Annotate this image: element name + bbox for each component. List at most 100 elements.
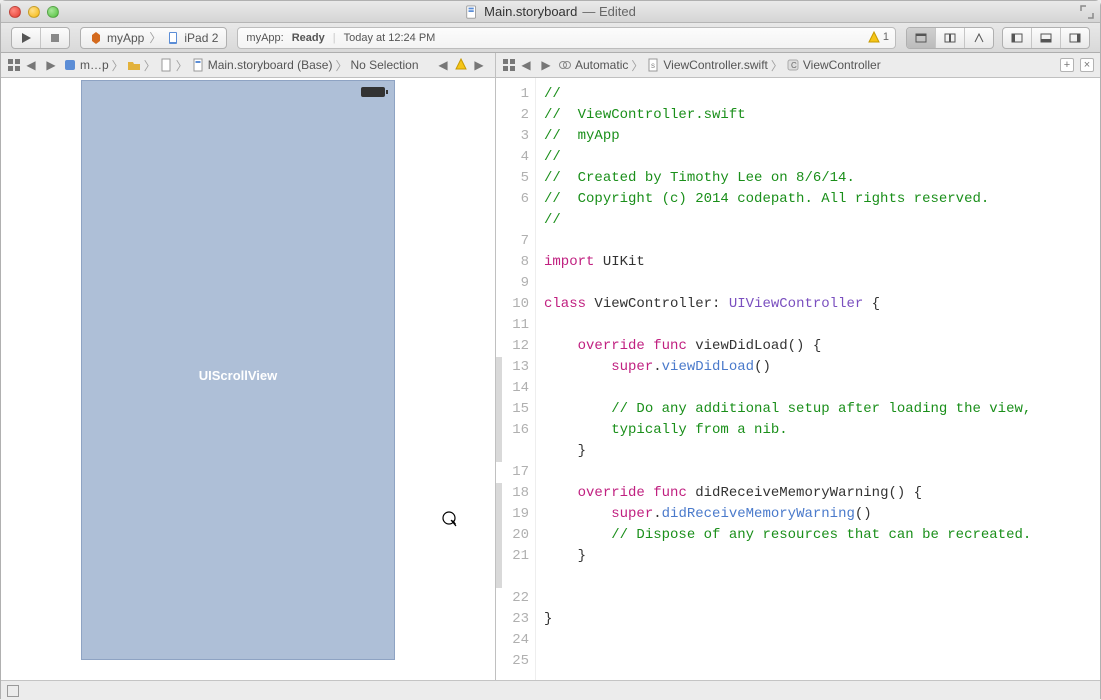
app-target-icon	[89, 31, 103, 45]
source-code[interactable]: // // ViewController.swift // myApp // /…	[536, 78, 1100, 680]
toolbar: myApp 〉 iPad 2 myApp: Ready | Today at 1…	[1, 23, 1100, 53]
assistant-file[interactable]: s ViewController.swift	[646, 58, 767, 72]
crumb-sep-1: 〉	[111, 57, 125, 74]
toolbar-right-group	[906, 27, 1090, 49]
line-number: 2	[496, 105, 529, 126]
assistant-class[interactable]: C ViewController	[786, 58, 881, 72]
line-number: 17	[496, 462, 529, 483]
crumb-folder[interactable]	[127, 58, 141, 72]
window-title: Main.storyboard — Edited	[1, 4, 1100, 19]
line-number: 9	[496, 273, 529, 294]
line-number: 8	[496, 252, 529, 273]
warnings-badge[interactable]: 1	[868, 31, 889, 43]
assistant-mode[interactable]: Automatic	[558, 58, 628, 72]
toggle-navigator-button[interactable]	[1003, 28, 1032, 48]
storyboard-file-icon	[465, 5, 479, 19]
crumb-sep-2: 〉	[143, 57, 157, 74]
standard-editor-button[interactable]	[907, 28, 936, 48]
swift-file-icon: s	[646, 58, 660, 72]
assistant-back-button[interactable]: ◀	[518, 58, 534, 72]
fold-bar-1	[496, 357, 502, 462]
toggle-utilities-button[interactable]	[1061, 28, 1089, 48]
prev-issue-button[interactable]: ◀	[435, 58, 451, 72]
assistant-related-icon[interactable]	[502, 58, 516, 72]
line-number: 23	[496, 609, 529, 630]
svg-text:C: C	[791, 61, 797, 70]
assistant-forward-button[interactable]: ▶	[538, 58, 554, 72]
version-editor-button[interactable]	[965, 28, 993, 48]
assistant-editor-button[interactable]	[936, 28, 965, 48]
editor-mode-group	[906, 27, 994, 49]
line-number: 3	[496, 126, 529, 147]
line-number: 7	[496, 231, 529, 252]
history-nav: ◀ ▶	[23, 58, 59, 72]
warning-icon	[868, 31, 880, 43]
svg-text:s: s	[651, 61, 655, 70]
line-number: 10	[496, 294, 529, 315]
assistant-file-label: ViewController.swift	[663, 58, 767, 72]
scheme-selector[interactable]: myApp 〉 iPad 2	[80, 27, 227, 49]
title-suffix: — Edited	[582, 4, 635, 19]
line-number: 12	[496, 336, 529, 357]
device-icon	[166, 31, 180, 45]
fullscreen-icon[interactable]	[1080, 5, 1094, 19]
assistant-pane-controls: + ×	[1060, 58, 1094, 72]
related-items-icon[interactable]	[7, 58, 21, 72]
line-number: 5	[496, 168, 529, 189]
line-number: 24	[496, 630, 529, 651]
titlebar: Main.storyboard — Edited	[1, 1, 1100, 23]
crumb-sep-3: 〉	[175, 57, 189, 74]
activity-time: Today at 12:24 PM	[344, 32, 436, 44]
left-jumpbar: ◀ ▶ m…p 〉 〉 〉 Main.storyboard (Base) 〉 N…	[1, 53, 496, 77]
window-controls	[9, 6, 59, 18]
minimize-button[interactable]	[28, 6, 40, 18]
crumb-file-icon-only[interactable]	[159, 58, 173, 72]
scheme-separator: 〉	[148, 29, 162, 46]
assistant-sep-2: 〉	[770, 57, 784, 74]
back-button[interactable]: ◀	[23, 58, 39, 72]
line-number: 11	[496, 315, 529, 336]
ios-statusbar	[83, 82, 393, 102]
activity-app: myApp:	[246, 32, 283, 44]
crumb-storyboard[interactable]: Main.storyboard (Base)	[191, 58, 333, 72]
zoom-button[interactable]	[47, 6, 59, 18]
file-icon	[159, 58, 173, 72]
right-jumpbar: ◀ ▶ Automatic 〉 s ViewController.swift 〉…	[496, 53, 1100, 77]
bottom-bar	[1, 680, 1100, 700]
close-assistant-button[interactable]: ×	[1080, 58, 1094, 72]
editor-area: UIScrollView 1 2 3 4 5 6 7 8 9 10 11 12 …	[1, 78, 1100, 680]
crumb-project[interactable]: m…p	[63, 58, 109, 72]
line-number: 6	[496, 189, 529, 210]
run-button[interactable]	[12, 28, 41, 48]
uiscrollview-label: UIScrollView	[81, 368, 395, 383]
assistant-class-label: ViewController	[803, 58, 881, 72]
panels-group	[1002, 27, 1090, 49]
line-number: 25	[496, 651, 529, 672]
project-icon	[63, 58, 77, 72]
class-icon: C	[786, 58, 800, 72]
stop-button[interactable]	[41, 28, 69, 48]
crumb-project-label: m…p	[80, 58, 109, 72]
assistant-mode-label: Automatic	[575, 58, 628, 72]
line-number: 1	[496, 84, 529, 105]
interface-builder-pane[interactable]: UIScrollView	[1, 78, 496, 680]
activity-status: Ready	[292, 32, 325, 44]
document-outline-toggle[interactable]	[7, 685, 19, 697]
jumpbars: ◀ ▶ m…p 〉 〉 〉 Main.storyboard (Base) 〉 N…	[1, 53, 1100, 78]
crumb-selection[interactable]: No Selection	[350, 58, 418, 72]
activity-divider: |	[333, 32, 336, 44]
folder-group-icon	[127, 58, 141, 72]
storyboard-icon	[191, 58, 205, 72]
line-number: 22	[496, 588, 529, 609]
scheme-device-label: iPad 2	[184, 31, 218, 45]
issue-nav: ◀ ▶	[435, 58, 487, 72]
close-button[interactable]	[9, 6, 21, 18]
warnings-count: 1	[883, 31, 889, 43]
add-assistant-button[interactable]: +	[1060, 58, 1074, 72]
activity-viewer: myApp: Ready | Today at 12:24 PM 1	[237, 27, 896, 49]
forward-button[interactable]: ▶	[43, 58, 59, 72]
run-stop-group	[11, 27, 70, 49]
crumb-selection-label: No Selection	[350, 58, 418, 72]
toggle-debug-area-button[interactable]	[1032, 28, 1061, 48]
next-issue-button[interactable]: ▶	[471, 58, 487, 72]
